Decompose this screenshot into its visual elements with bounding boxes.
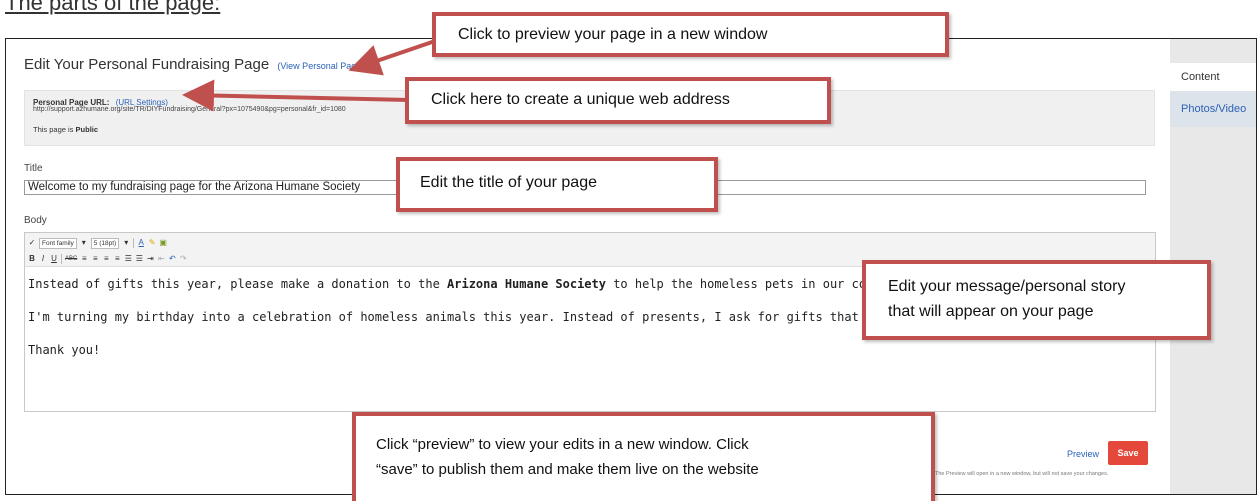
page-title-text: Edit Your Personal Fundraising Page: [24, 56, 270, 73]
spellcheck-icon[interactable]: ✓: [28, 238, 36, 248]
tab-photos-video[interactable]: Photos/Video: [1170, 91, 1256, 127]
toolbar-divider: [133, 238, 135, 248]
highlight-color-icon[interactable]: ✎: [148, 238, 156, 248]
toolbar-row-2: B I U ABC ≡ ≡ ≡ ≡ ☰ ☰ ⇥ ⇤ ↶ ↷: [28, 252, 187, 266]
body-paragraph: Thank you!: [28, 343, 101, 357]
align-right-icon[interactable]: ≡: [102, 254, 110, 264]
underline-icon[interactable]: U: [50, 254, 58, 264]
page-visibility: This page is Public: [33, 125, 98, 134]
indent-icon[interactable]: ⇥: [146, 254, 154, 264]
preview-link[interactable]: Preview: [1067, 449, 1099, 459]
image-icon[interactable]: ▣: [159, 238, 167, 248]
body-bold-text: Arizona Humane Society: [447, 277, 606, 291]
callout-edit-title: Edit the title of your page: [396, 157, 718, 212]
bullet-list-icon[interactable]: ☰: [124, 254, 132, 264]
save-button[interactable]: Save: [1108, 441, 1148, 465]
title-label: Title: [24, 163, 43, 174]
align-center-icon[interactable]: ≡: [91, 254, 99, 264]
font-family-select[interactable]: Font family: [39, 237, 77, 249]
italic-icon[interactable]: I: [39, 254, 47, 264]
callout-preview-save-line1: Click “preview” to view your edits in a …: [376, 436, 749, 453]
chevron-down-icon[interactable]: ▾: [80, 238, 88, 248]
callout-preview-save-line2: “save” to publish them and make them liv…: [376, 461, 759, 478]
body-text: Instead of gifts this year, please make …: [28, 277, 448, 291]
align-justify-icon[interactable]: ≡: [113, 254, 121, 264]
preview-note: The Preview will open in a new window, b…: [935, 471, 1109, 477]
bold-icon[interactable]: B: [28, 254, 36, 264]
callout-edit-message: Edit your message/personal story that wi…: [862, 260, 1211, 340]
callout-preview-page: Click to preview your page in a new wind…: [432, 12, 949, 57]
callout-edit-message-line1: Edit your message/personal story: [888, 278, 1126, 295]
undo-icon[interactable]: ↶: [168, 254, 176, 264]
personal-url-value: http://support.azhumane.org/site/TR/DIYF…: [33, 106, 346, 113]
visibility-status: Public: [75, 125, 99, 134]
redo-icon[interactable]: ↷: [179, 254, 187, 264]
tab-content[interactable]: Content: [1170, 63, 1256, 91]
callout-edit-message-line2: that will appear on your page: [888, 303, 1094, 320]
toolbar-row-1: ✓ Font family ▾ 5 (18pt) ▾ A ✎ ▣: [28, 236, 167, 250]
body-label: Body: [24, 215, 47, 226]
strikethrough-icon[interactable]: ABC: [65, 254, 77, 264]
toolbar-divider: [61, 254, 62, 264]
numbered-list-icon[interactable]: ☰: [135, 254, 143, 264]
page-title: Edit Your Personal Fundraising Page (Vie…: [24, 56, 364, 73]
outdent-icon[interactable]: ⇤: [157, 254, 165, 264]
callout-preview-save: Click “preview” to view your edits in a …: [352, 412, 935, 501]
text-color-icon[interactable]: A: [137, 238, 145, 248]
view-personal-page-link[interactable]: (View Personal Page): [277, 61, 364, 71]
visibility-prefix: This page is: [33, 125, 74, 134]
chevron-down-icon[interactable]: ▾: [122, 238, 130, 248]
align-left-icon[interactable]: ≡: [80, 254, 88, 264]
section-heading: The parts of the page:: [5, 0, 221, 15]
callout-unique-url: Click here to create a unique web addres…: [405, 77, 831, 124]
font-size-select[interactable]: 5 (18pt): [90, 237, 120, 249]
